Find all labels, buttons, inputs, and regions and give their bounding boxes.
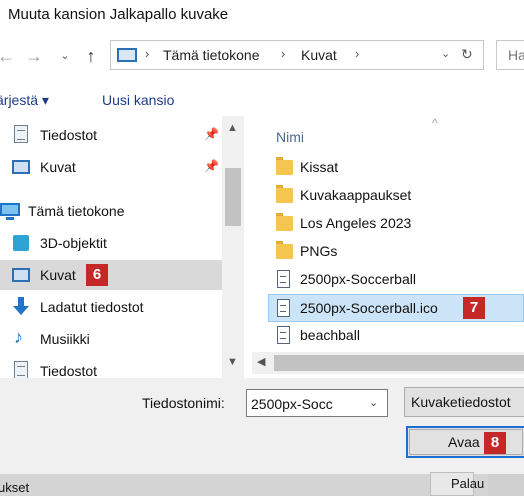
filename-field[interactable]: 2500px-Socc ⌄	[246, 389, 388, 417]
background-button: Palau	[430, 472, 484, 496]
sidebar-item-label: Tiedostot	[40, 127, 98, 143]
chevron-down-icon[interactable]: ⌄	[58, 44, 72, 68]
scrollbar-thumb[interactable]	[225, 168, 241, 226]
music-icon: ♪	[14, 327, 23, 347]
list-item-folder[interactable]: PNGs	[268, 239, 524, 265]
address-dropdown-icon[interactable]: ⌄	[441, 47, 450, 60]
title-bar: Muuta kansion Jalkapallo kuvake	[0, 0, 524, 30]
breadcrumb-pictures[interactable]: Kuvat	[301, 47, 337, 63]
document-icon	[14, 361, 28, 378]
file-icon	[277, 270, 290, 288]
cube-icon	[13, 235, 29, 251]
file-name: PNGs	[300, 243, 338, 259]
sidebar-item-label: Kuvat	[40, 159, 76, 175]
list-item-file[interactable]: beachball	[268, 323, 524, 349]
pin-icon: 📌	[204, 127, 219, 141]
navigation-bar: ← → ⌄ ↑ › Tämä tietokone › Kuvat › ⌄ ↻ H…	[0, 36, 524, 76]
breadcrumb-separator[interactable]: ›	[355, 46, 359, 61]
filename-label: Tiedostonimi:	[142, 395, 225, 411]
column-header: ^ Nimi	[252, 116, 524, 150]
command-bar: ärjestä ▾ Uusi kansio	[0, 84, 524, 116]
scroll-down-icon[interactable]: ▼	[227, 356, 238, 368]
background-button-label: Palau	[451, 476, 485, 491]
sidebar-item-documents-quick[interactable]: Tiedostot 📌	[0, 120, 222, 150]
main-split: Tiedostot 📌 Kuvat 📌 Tämä tietokone 3D-ob…	[0, 116, 524, 378]
sidebar-item-music[interactable]: ♪ Musiikki	[0, 324, 222, 354]
breadcrumb-this-pc[interactable]: Tämä tietokone	[163, 47, 260, 63]
background-panel	[488, 474, 524, 496]
pane-divider[interactable]	[244, 116, 252, 378]
filetype-select[interactable]: Kuvaketiedostot	[404, 387, 524, 417]
sidebar-item-this-pc[interactable]: Tämä tietokone	[0, 196, 222, 226]
file-name: 2500px-Soccerball.ico	[300, 300, 438, 316]
sidebar-item-label: Musiikki	[40, 331, 90, 347]
sidebar-item-label: Kuvat	[40, 267, 76, 283]
file-name: beachball	[300, 327, 360, 343]
back-icon[interactable]: ←	[0, 44, 16, 68]
file-name: Kuvakaappaukset	[300, 187, 412, 203]
arrow-up-icon[interactable]: ↑	[82, 44, 100, 68]
file-icon	[277, 326, 290, 344]
chevron-down-icon[interactable]: ⌄	[369, 396, 378, 409]
background-text: ukset	[0, 480, 30, 495]
column-header-name[interactable]: Nimi	[276, 129, 304, 145]
pin-icon: 📌	[204, 159, 219, 173]
scroll-up-icon[interactable]: ▲	[227, 122, 238, 134]
list-item-file-selected[interactable]: 2500px-Soccerball.ico 7	[268, 294, 524, 322]
folder-icon	[276, 185, 293, 203]
filetype-value: Kuvaketiedostot	[411, 394, 511, 410]
filename-value[interactable]: 2500px-Socc	[251, 396, 363, 412]
sidebar-item-3d-objects[interactable]: 3D-objektit	[0, 228, 222, 258]
open-button[interactable]: Avaa 8	[406, 426, 524, 458]
sidebar-item-pictures-quick[interactable]: Kuvat 📌	[0, 152, 222, 182]
document-icon	[14, 125, 28, 143]
file-icon	[277, 299, 290, 317]
scroll-left-icon[interactable]: ◀	[257, 355, 265, 368]
background-window: ukset Palau	[0, 472, 524, 496]
step-badge: 6	[86, 264, 108, 286]
sidebar-item-documents[interactable]: Tiedostot	[0, 356, 222, 378]
window-title: Muuta kansion Jalkapallo kuvake	[8, 6, 229, 23]
step-badge: 8	[484, 432, 506, 454]
download-icon	[13, 297, 29, 317]
folder-icon	[276, 213, 293, 231]
list-item-folder[interactable]: Kuvakaappaukset	[268, 183, 524, 209]
address-bar[interactable]: › Tämä tietokone › Kuvat › ⌄ ↻	[110, 40, 484, 70]
file-list: ^ Nimi Kissat Kuvakaappaukset Los Angele…	[252, 116, 524, 378]
breadcrumb-separator[interactable]: ›	[145, 46, 149, 61]
sidebar-item-label: Tämä tietokone	[28, 203, 125, 219]
computer-icon	[0, 203, 20, 220]
folder-icon	[276, 157, 293, 175]
sidebar-item-label: 3D-objektit	[40, 235, 107, 251]
search-placeholder: Ha	[508, 47, 524, 63]
file-name: Kissat	[300, 159, 339, 175]
breadcrumb-separator[interactable]: ›	[281, 46, 285, 61]
list-item-folder[interactable]: Kissat	[268, 155, 524, 181]
organize-button[interactable]: ärjestä ▾	[0, 92, 49, 109]
list-item-folder[interactable]: Los Angeles 2023	[268, 211, 524, 237]
sidebar-item-downloads[interactable]: Ladatut tiedostot	[0, 292, 222, 322]
search-input[interactable]: Ha	[496, 40, 524, 70]
file-name: 2500px-Soccerball	[300, 271, 416, 287]
refresh-icon[interactable]: ↻	[461, 46, 473, 63]
open-button-label: Avaa	[448, 434, 480, 450]
list-item-file[interactable]: 2500px-Soccerball	[268, 267, 524, 293]
file-name: Los Angeles 2023	[300, 215, 412, 231]
step-badge: 7	[463, 297, 485, 319]
new-folder-button[interactable]: Uusi kansio	[102, 92, 174, 108]
pictures-icon	[12, 160, 30, 174]
sidebar-item-label: Tiedostot	[40, 363, 98, 378]
sort-ascending-icon: ^	[432, 116, 438, 130]
sidebar-item-label: Ladatut tiedostot	[40, 299, 144, 315]
scrollbar-thumb[interactable]	[274, 355, 524, 371]
navigation-pane: Tiedostot 📌 Kuvat 📌 Tämä tietokone 3D-ob…	[0, 116, 222, 378]
forward-icon[interactable]: →	[24, 44, 44, 68]
folder-icon	[276, 241, 293, 259]
sidebar-item-pictures[interactable]: Kuvat 6	[0, 260, 222, 290]
file-list-scrollbar[interactable]: ◀	[252, 352, 524, 374]
computer-icon	[117, 48, 137, 62]
pictures-icon	[12, 268, 30, 282]
navigation-pane-scrollbar[interactable]: ▲ ▼	[222, 116, 244, 378]
